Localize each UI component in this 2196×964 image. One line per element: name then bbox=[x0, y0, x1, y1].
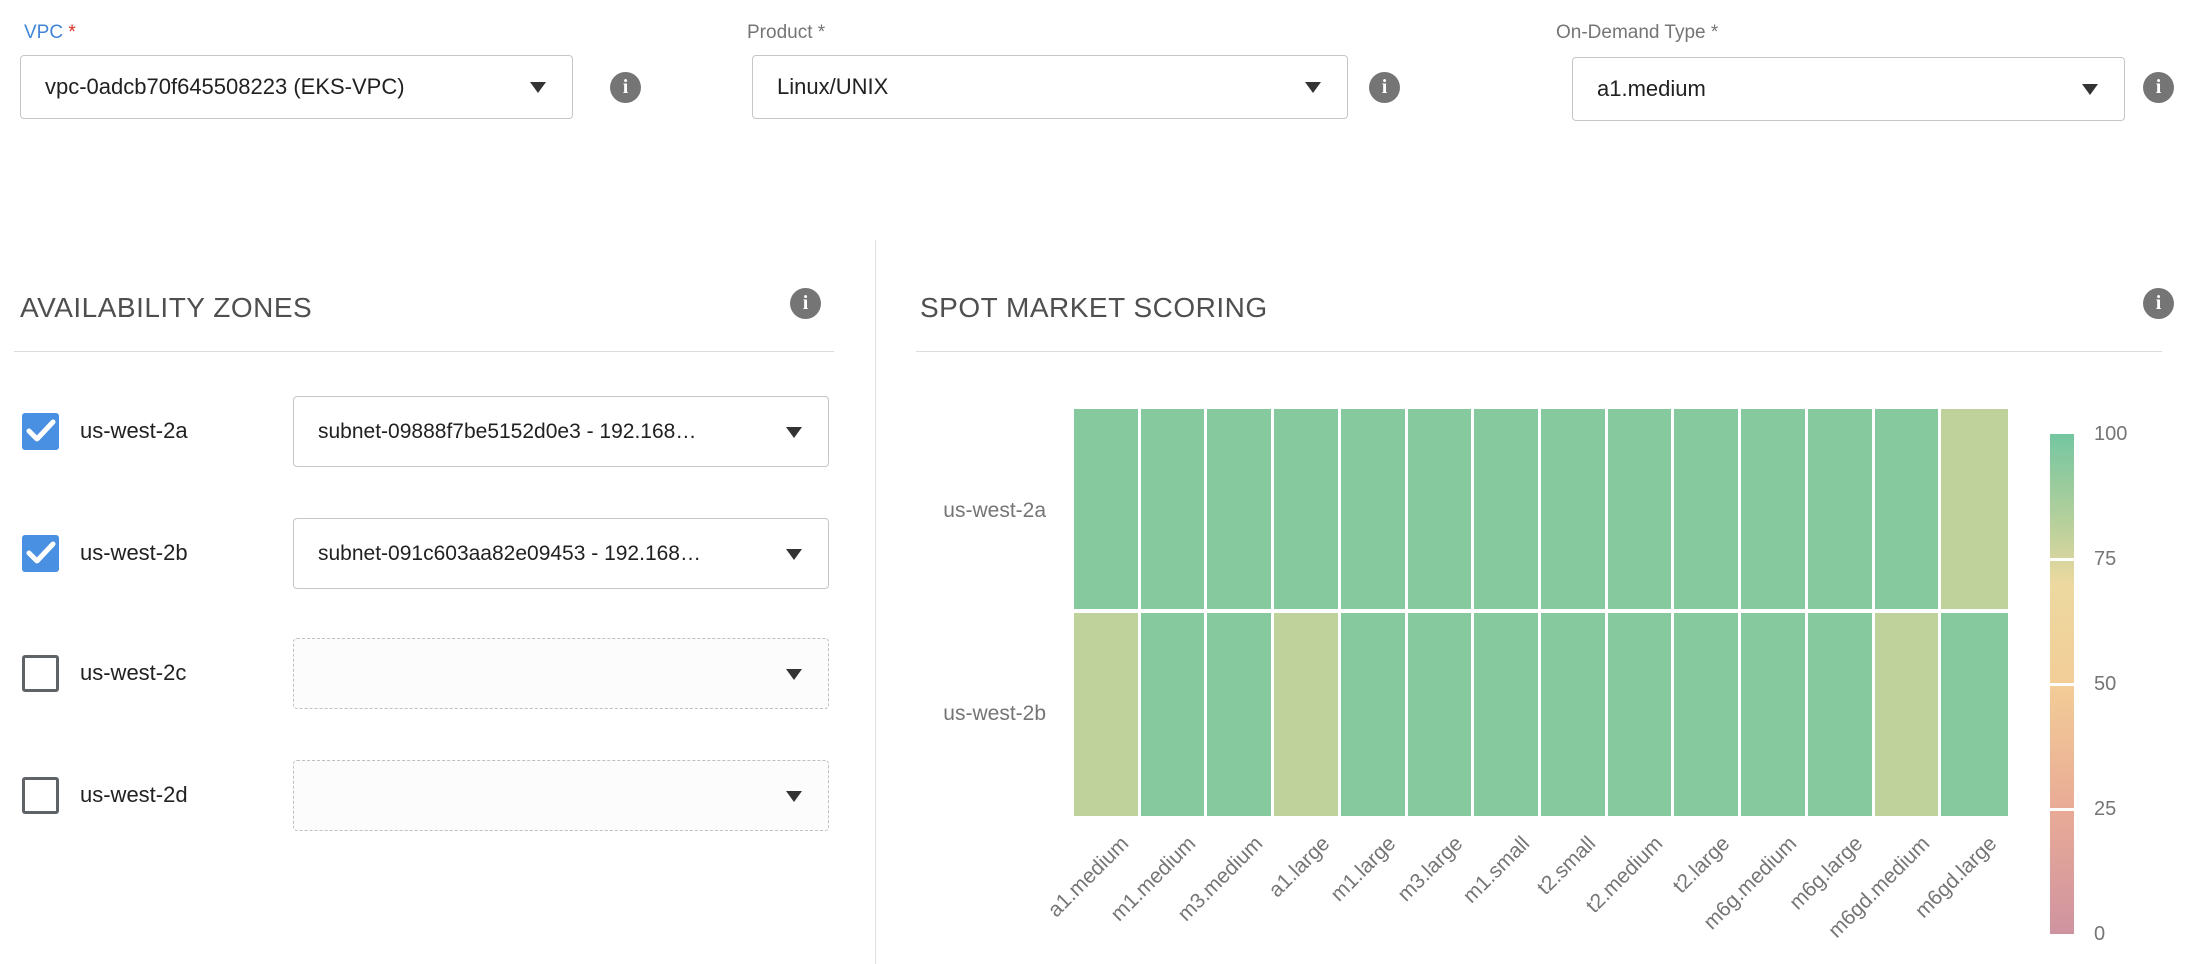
heatmap-cell[interactable] bbox=[1141, 409, 1205, 609]
heatmap-cell[interactable] bbox=[1941, 409, 2008, 609]
subnet-select-value: subnet-091c603aa82e09453 - 192.168… bbox=[318, 542, 701, 566]
heatmap-cell[interactable] bbox=[1541, 613, 1605, 817]
required-asterisk: * bbox=[818, 22, 825, 43]
heatmap-cell[interactable] bbox=[1808, 409, 1872, 609]
heatmap-cell[interactable] bbox=[1207, 409, 1271, 609]
product-select[interactable]: Linux/UNIX bbox=[752, 55, 1348, 119]
subnet-select-us-west-2b[interactable]: subnet-091c603aa82e09453 - 192.168… bbox=[293, 518, 829, 589]
heatmap-cell[interactable] bbox=[1474, 409, 1538, 609]
heatmap-col-label: m1.large bbox=[1326, 832, 1401, 907]
product-info-icon[interactable] bbox=[1369, 72, 1400, 103]
heatmap-col-label: m3.large bbox=[1393, 832, 1468, 907]
heatmap-col-label: t2.small bbox=[1533, 832, 1601, 900]
heatmap-cell[interactable] bbox=[1741, 409, 1805, 609]
heatmap-cell[interactable] bbox=[1474, 613, 1538, 817]
heatmap-cell[interactable] bbox=[1408, 613, 1472, 817]
heatmap-cell[interactable] bbox=[1541, 409, 1605, 609]
subnet-select-value: subnet-09888f7be5152d0e3 - 192.168… bbox=[318, 420, 696, 444]
az-zone-label: us-west-2d bbox=[80, 782, 188, 808]
az-row-us-west-2b: us-west-2b subnet-091c603aa82e09453 - 19… bbox=[22, 518, 832, 590]
on-demand-type-label: On-Demand Type * bbox=[1556, 22, 1718, 44]
chevron-down-icon bbox=[786, 427, 802, 438]
heatmap-colorbar-tick: 100 bbox=[2094, 423, 2127, 446]
chevron-down-icon bbox=[786, 791, 802, 802]
az-row-us-west-2d: us-west-2d bbox=[22, 760, 832, 832]
az-zone-label: us-west-2b bbox=[80, 540, 188, 566]
vpc-select-value: vpc-0adcb70f645508223 (EKS-VPC) bbox=[45, 74, 405, 100]
az-checkbox-us-west-2c[interactable] bbox=[22, 655, 59, 692]
az-row-us-west-2a: us-west-2a subnet-09888f7be5152d0e3 - 19… bbox=[22, 396, 832, 468]
heatmap-cell[interactable] bbox=[1875, 613, 1939, 817]
on-demand-type-select-value: a1.medium bbox=[1597, 76, 1706, 102]
heatmap-colorbar-tick: 0 bbox=[2094, 923, 2105, 946]
required-asterisk: * bbox=[68, 22, 75, 43]
heatmap-colorbar-gap bbox=[2050, 683, 2074, 686]
az-zone-label: us-west-2c bbox=[80, 660, 186, 686]
heatmap-cell[interactable] bbox=[1941, 613, 2008, 817]
subnet-select-us-west-2a[interactable]: subnet-09888f7be5152d0e3 - 192.168… bbox=[293, 396, 829, 467]
chevron-down-icon bbox=[2082, 84, 2098, 95]
chevron-down-icon bbox=[786, 669, 802, 680]
heatmap-cell[interactable] bbox=[1674, 613, 1738, 817]
spot-market-scoring-divider bbox=[916, 351, 2162, 352]
section-vertical-divider bbox=[875, 240, 876, 964]
heatmap-colorbar-gap bbox=[2050, 808, 2074, 811]
heatmap-cell[interactable] bbox=[1741, 613, 1805, 817]
chevron-down-icon bbox=[1305, 82, 1321, 93]
subnet-select-us-west-2c[interactable] bbox=[293, 638, 829, 709]
heatmap-cell[interactable] bbox=[1875, 409, 1939, 609]
on-demand-type-select[interactable]: a1.medium bbox=[1572, 57, 2125, 121]
availability-zones-divider bbox=[14, 351, 834, 352]
spot-instance-config-page: VPC * vpc-0adcb70f645508223 (EKS-VPC) Pr… bbox=[0, 0, 2196, 964]
on-demand-type-info-icon[interactable] bbox=[2143, 72, 2174, 103]
heatmap-cell[interactable] bbox=[1274, 613, 1338, 817]
az-checkbox-us-west-2d[interactable] bbox=[22, 777, 59, 814]
heatmap-cell[interactable] bbox=[1274, 409, 1338, 609]
product-label: Product * bbox=[747, 22, 825, 44]
heatmap-col-label: m1.small bbox=[1458, 832, 1534, 908]
heatmap-row-label: us-west-2a bbox=[796, 498, 1046, 524]
spot-market-scoring-title: SPOT MARKET SCORING bbox=[920, 292, 1268, 324]
availability-zones-info-icon[interactable] bbox=[790, 288, 821, 319]
subnet-select-us-west-2d[interactable] bbox=[293, 760, 829, 831]
heatmap-colorbar-gap bbox=[2050, 558, 2074, 561]
heatmap-cell[interactable] bbox=[1341, 409, 1405, 609]
heatmap-cell[interactable] bbox=[1141, 613, 1205, 817]
vpc-info-icon[interactable] bbox=[610, 72, 641, 103]
heatmap-cell[interactable] bbox=[1074, 409, 1138, 609]
check-icon bbox=[26, 541, 56, 565]
heatmap-cell[interactable] bbox=[1074, 613, 1138, 817]
availability-zones-title: AVAILABILITY ZONES bbox=[20, 292, 312, 324]
heatmap-col-label: t2.large bbox=[1668, 832, 1735, 899]
heatmap-colorbar-tick: 75 bbox=[2094, 548, 2116, 571]
check-icon bbox=[26, 419, 56, 443]
heatmap-cell[interactable] bbox=[1341, 613, 1405, 817]
heatmap-cell[interactable] bbox=[1608, 409, 1672, 609]
heatmap-cell[interactable] bbox=[1408, 409, 1472, 609]
chevron-down-icon bbox=[786, 549, 802, 560]
heatmap-colorbar-tick: 25 bbox=[2094, 798, 2116, 821]
az-checkbox-us-west-2b[interactable] bbox=[22, 535, 59, 572]
heatmap-cell[interactable] bbox=[1674, 409, 1738, 609]
vpc-label: VPC * bbox=[24, 22, 76, 44]
heatmap-row-label: us-west-2b bbox=[796, 701, 1046, 727]
chevron-down-icon bbox=[530, 82, 546, 93]
az-row-us-west-2c: us-west-2c bbox=[22, 638, 832, 710]
heatmap-col-label: a1.large bbox=[1264, 832, 1335, 903]
required-asterisk: * bbox=[1711, 22, 1718, 43]
spot-market-scoring-info-icon[interactable] bbox=[2143, 288, 2174, 319]
heatmap-colorbar-tick: 50 bbox=[2094, 673, 2116, 696]
heatmap-cell[interactable] bbox=[1608, 613, 1672, 817]
az-zone-label: us-west-2a bbox=[80, 418, 188, 444]
product-select-value: Linux/UNIX bbox=[777, 74, 888, 100]
heatmap-cell[interactable] bbox=[1207, 613, 1271, 817]
az-checkbox-us-west-2a[interactable] bbox=[22, 413, 59, 450]
heatmap-cell[interactable] bbox=[1808, 613, 1872, 817]
vpc-select[interactable]: vpc-0adcb70f645508223 (EKS-VPC) bbox=[20, 55, 573, 119]
